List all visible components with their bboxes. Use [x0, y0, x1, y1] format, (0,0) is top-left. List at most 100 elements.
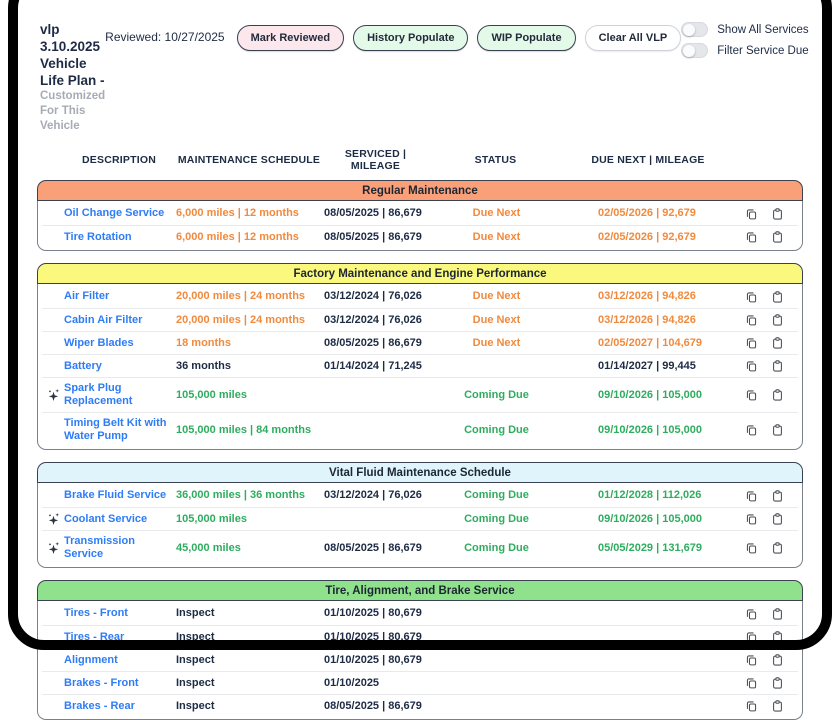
clipboard-icon[interactable]	[771, 207, 784, 221]
copy-icon[interactable]	[745, 676, 758, 690]
clipboard-icon[interactable]	[771, 313, 784, 327]
history-populate-button[interactable]: History Populate	[353, 25, 468, 51]
schedule-cell: Inspect	[176, 700, 324, 713]
service-link[interactable]: Transmission Service	[64, 535, 176, 561]
service-link[interactable]: Cabin Air Filter	[64, 314, 176, 327]
show-all-services-toggle[interactable]	[681, 22, 708, 37]
show-all-services-label: Show All Services	[717, 24, 808, 36]
copy-icon[interactable]	[745, 230, 758, 244]
service-link[interactable]: Air Filter	[64, 290, 176, 303]
service-link[interactable]: Brake Fluid Service	[64, 489, 176, 502]
clipboard-icon[interactable]	[771, 336, 784, 350]
copy-icon[interactable]	[745, 653, 758, 667]
copy-icon[interactable]	[745, 207, 758, 221]
column-headers: DESCRIPTION MAINTENANCE SCHEDULE SERVICE…	[37, 148, 803, 172]
due-cell: 03/12/2026 | 94,826	[564, 290, 734, 303]
row-actions	[734, 230, 798, 244]
clipboard-icon[interactable]	[771, 230, 784, 244]
schedule-cell: 36 months	[176, 360, 324, 373]
service-link[interactable]: Brakes - Front	[64, 677, 176, 690]
clipboard-icon[interactable]	[771, 489, 784, 503]
service-link[interactable]: Timing Belt Kit with Water Pump	[64, 417, 176, 443]
status-cell: Coming Due	[429, 389, 564, 402]
clipboard-icon[interactable]	[771, 630, 784, 644]
schedule-cell: 105,000 miles | 84 months	[176, 424, 324, 437]
serviced-cell: 08/05/2025 | 86,679	[324, 231, 429, 244]
clipboard-icon[interactable]	[771, 423, 784, 437]
due-cell: 01/14/2027 | 99,445	[564, 360, 734, 373]
ai-sparkle-icon	[42, 512, 64, 526]
serviced-cell: 01/10/2025 | 80,679	[324, 631, 429, 644]
row-actions	[734, 653, 798, 667]
column-description: DESCRIPTION	[63, 154, 175, 166]
section-header: Factory Maintenance and Engine Performan…	[37, 263, 803, 284]
service-link[interactable]: Tires - Rear	[64, 631, 176, 644]
service-link[interactable]: Tire Rotation	[64, 231, 176, 244]
section-body: Oil Change Service 6,000 miles | 12 mont…	[37, 201, 803, 251]
copy-icon[interactable]	[745, 489, 758, 503]
service-row: Spark Plug Replacement 105,000 miles Com…	[42, 377, 798, 412]
service-link[interactable]: Coolant Service	[64, 513, 176, 526]
copy-icon[interactable]	[745, 512, 758, 526]
service-row: Battery 36 months 01/14/2024 | 71,245 01…	[42, 354, 798, 377]
show-all-services-row: Show All Services	[681, 22, 808, 37]
copy-icon[interactable]	[745, 423, 758, 437]
copy-icon[interactable]	[745, 699, 758, 713]
service-link[interactable]: Alignment	[64, 654, 176, 667]
title-block: vlp 3.10.2025 Vehicle Life Plan - Custom…	[40, 21, 105, 134]
mark-reviewed-button[interactable]: Mark Reviewed	[237, 25, 344, 51]
service-link[interactable]: Tires - Front	[64, 607, 176, 620]
column-due-next-mileage: DUE NEXT | MILEAGE	[563, 154, 733, 166]
row-actions	[734, 512, 798, 526]
clipboard-icon[interactable]	[771, 512, 784, 526]
section-title: Tire, Alignment, and Brake Service	[325, 585, 514, 597]
clipboard-icon[interactable]	[771, 541, 784, 555]
service-link[interactable]: Brakes - Rear	[64, 700, 176, 713]
copy-icon[interactable]	[745, 336, 758, 350]
clipboard-icon[interactable]	[771, 388, 784, 402]
service-row: Tires - Rear Inspect 01/10/2025 | 80,679	[42, 625, 798, 648]
row-actions	[734, 359, 798, 373]
copy-icon[interactable]	[745, 313, 758, 327]
serviced-cell: 03/12/2024 | 76,026	[324, 314, 429, 327]
copy-icon[interactable]	[745, 541, 758, 555]
copy-icon[interactable]	[745, 630, 758, 644]
due-cell: 09/10/2026 | 105,000	[564, 389, 734, 402]
clipboard-icon[interactable]	[771, 653, 784, 667]
filter-service-due-row: Filter Service Due	[681, 43, 808, 58]
clipboard-icon[interactable]	[771, 290, 784, 304]
row-actions	[734, 607, 798, 621]
serviced-cell: 03/12/2024 | 76,026	[324, 489, 429, 502]
wip-populate-button[interactable]: WIP Populate	[477, 25, 575, 51]
status-cell: Coming Due	[429, 424, 564, 437]
status-cell: Coming Due	[429, 489, 564, 502]
service-link[interactable]: Oil Change Service	[64, 207, 176, 220]
column-status: STATUS	[428, 154, 563, 166]
copy-icon[interactable]	[745, 290, 758, 304]
clear-all-vlp-button[interactable]: Clear All VLP	[585, 25, 682, 51]
status-cell: Due Next	[429, 207, 564, 220]
due-cell: 02/05/2026 | 92,679	[564, 207, 734, 220]
copy-icon[interactable]	[745, 388, 758, 402]
due-cell: 09/10/2026 | 105,000	[564, 424, 734, 437]
column-maintenance-schedule: MAINTENANCE SCHEDULE	[175, 154, 323, 166]
row-actions	[734, 336, 798, 350]
copy-icon[interactable]	[745, 607, 758, 621]
clipboard-icon[interactable]	[771, 676, 784, 690]
due-cell: 02/05/2027 | 104,679	[564, 337, 734, 350]
action-buttons: Mark Reviewed History Populate WIP Popul…	[237, 25, 682, 51]
service-row: Brake Fluid Service 36,000 miles | 36 mo…	[42, 484, 798, 507]
service-link[interactable]: Battery	[64, 360, 176, 373]
copy-icon[interactable]	[745, 359, 758, 373]
serviced-cell: 01/10/2025	[324, 677, 429, 690]
vlp-panel: vlp 3.10.2025 Vehicle Life Plan - Custom…	[18, 0, 822, 640]
clipboard-icon[interactable]	[771, 359, 784, 373]
sections: Regular Maintenance Oil Change Service 6…	[37, 180, 803, 720]
schedule-cell: 36,000 miles | 36 months	[176, 489, 324, 502]
clipboard-icon[interactable]	[771, 607, 784, 621]
filter-service-due-toggle[interactable]	[681, 43, 708, 58]
service-link[interactable]: Spark Plug Replacement	[64, 382, 176, 408]
service-row: Brakes - Front Inspect 01/10/2025	[42, 671, 798, 694]
clipboard-icon[interactable]	[771, 699, 784, 713]
service-link[interactable]: Wiper Blades	[64, 337, 176, 350]
